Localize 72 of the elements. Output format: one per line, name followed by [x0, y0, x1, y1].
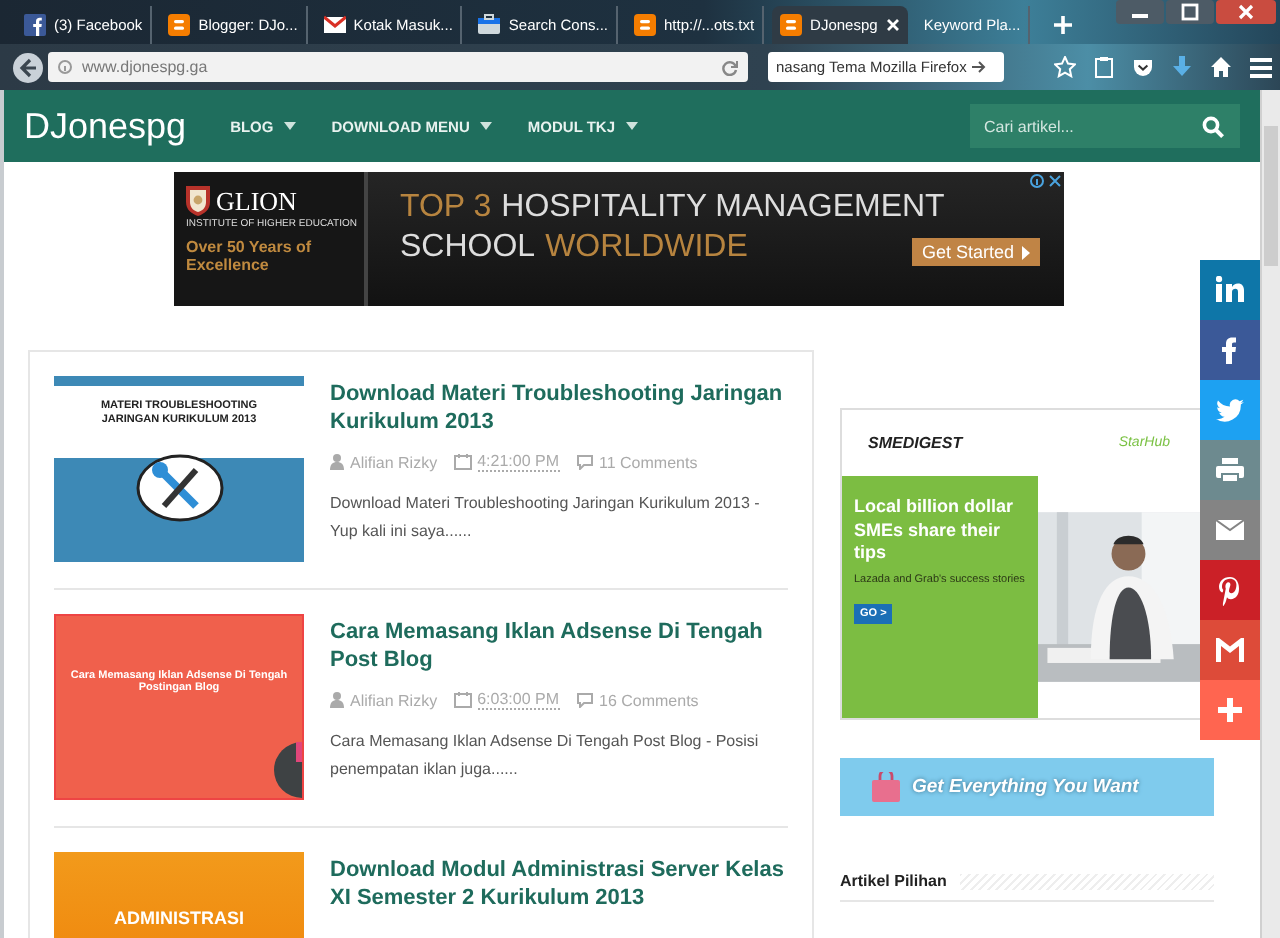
scrollbar-thumb[interactable]: [1264, 126, 1278, 266]
share-button[interactable]: [1200, 380, 1260, 440]
person-icon: [330, 454, 344, 470]
comment-icon: [575, 692, 593, 708]
thumbnail-caption: ADMINISTRASI: [114, 908, 244, 932]
console-icon: [478, 14, 501, 36]
print-icon: [1216, 455, 1244, 485]
tools-icon: [135, 453, 223, 526]
ad-headline: SCHOOL: [400, 228, 536, 268]
get-started-button[interactable]: Get Started: [911, 238, 1040, 266]
share-button[interactable]: [1200, 320, 1260, 380]
twitter-icon: [1216, 395, 1244, 425]
calendar-icon: [453, 454, 472, 470]
search-icon[interactable]: [1202, 115, 1224, 137]
arrow-icon[interactable]: [972, 60, 987, 74]
scrollbar[interactable]: [1260, 90, 1280, 938]
menu-icon[interactable]: [1250, 57, 1272, 77]
ad-headline: Local billion dollar SMEs share their tips: [854, 496, 1016, 567]
search-field[interactable]: Cari artikel...: [970, 104, 1240, 148]
new-tab-icon[interactable]: [1054, 16, 1073, 34]
close-icon[interactable]: [885, 18, 900, 32]
share-button[interactable]: [1200, 440, 1260, 500]
share-button[interactable]: [1200, 500, 1260, 560]
share-button[interactable]: [1200, 260, 1260, 320]
email-icon: [1216, 515, 1244, 545]
clipboard-icon[interactable]: [1094, 56, 1114, 78]
post-title-link[interactable]: Download Modul Administrasi Server Kelas XI Semester 2 Kurikulum 2013: [330, 856, 788, 912]
shield-icon: [186, 186, 210, 216]
blogger-icon: [780, 14, 803, 36]
ad-headline: WORLDWIDE: [545, 228, 748, 268]
gmail-icon: [1216, 635, 1244, 665]
mail-icon: [323, 14, 346, 36]
caret-icon: [479, 122, 492, 130]
site-logo[interactable]: DJonespg: [24, 105, 187, 147]
blogger-icon: [168, 14, 191, 36]
ad-tagline: Over 50 Years of Excellence: [186, 240, 314, 276]
shopping-bag-icon: [872, 772, 900, 802]
ad-info-icon[interactable]: [1030, 174, 1062, 188]
post-excerpt: Download Materi Troubleshooting Jaringan Kurikulum 2013 - Yup kali ini saya......: [330, 492, 762, 544]
address-bar[interactable]: www.djonespg.ga: [48, 52, 748, 82]
share-button[interactable]: [1200, 680, 1260, 740]
ad-headline: HOSPITALITY MANAGEMENT: [501, 188, 945, 228]
minimize-icon[interactable]: [1116, 0, 1164, 24]
caret-icon: [625, 122, 638, 130]
facebook-icon: [24, 14, 46, 36]
maximize-icon[interactable]: [1166, 0, 1214, 24]
post-title-link[interactable]: Download Materi Troubleshooting Jaringan Kurikulum 2013: [330, 380, 788, 436]
section-heading: Artikel Pilihan: [840, 872, 947, 890]
person-icon: [330, 692, 344, 708]
caret-icon: [1022, 245, 1030, 259]
share-button[interactable]: [1200, 620, 1260, 680]
share-button[interactable]: [1200, 560, 1260, 620]
pinterest-icon: [1216, 575, 1244, 605]
brand-name: GLION: [216, 188, 297, 214]
calendar-icon: [453, 692, 472, 708]
info-icon: [58, 60, 72, 74]
bookmark-star-icon[interactable]: [1054, 56, 1076, 78]
post-excerpt: Cara Memasang Iklan Adsense Di Tengah Post Blog - Posisi penempatan iklan juga......: [330, 730, 761, 782]
post-title-link[interactable]: Cara Memasang Iklan Adsense Di Tengah Post Blog: [330, 618, 788, 674]
pocket-icon[interactable]: [1132, 57, 1154, 77]
back-icon[interactable]: [12, 51, 44, 83]
ad-headline: TOP 3: [400, 188, 492, 228]
banner-text: Get Everything You Want: [912, 776, 1139, 798]
plus-icon: [1216, 695, 1244, 725]
comment-icon: [575, 454, 593, 470]
caret-icon: [283, 122, 296, 130]
reload-icon[interactable]: [722, 59, 738, 75]
home-icon[interactable]: [1210, 56, 1232, 78]
blogger-icon: [634, 14, 657, 36]
brand-name: SMEDIGEST: [868, 434, 963, 452]
linkedin-icon: [1216, 275, 1244, 305]
download-icon[interactable]: [1172, 56, 1192, 78]
